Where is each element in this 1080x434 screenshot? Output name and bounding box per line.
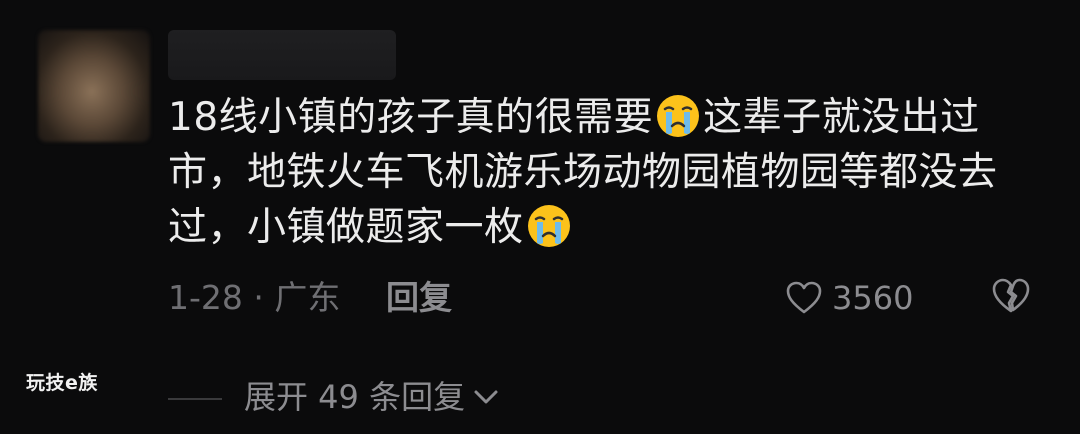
comment-meta: 1-28 · 广东: [168, 276, 340, 320]
crying-face-emoji-icon: [527, 205, 570, 247]
comment-date-location: 1-28 · 广东: [168, 278, 341, 317]
crying-face-emoji-icon: [657, 95, 700, 137]
expand-replies-label: 展开 49 条回复: [244, 378, 466, 416]
chevron-down-icon: [474, 390, 498, 404]
comment-text: 18线小镇的孩子真的很需要 这辈子就没出过市，地铁火车飞机游乐场动物园植物园等都…: [168, 90, 1048, 255]
like-button[interactable]: 3560: [786, 274, 913, 322]
username-redacted[interactable]: [168, 30, 396, 80]
dislike-button[interactable]: [992, 278, 1030, 318]
comment-text-part1: 18线小镇的孩子真的很需要: [168, 95, 654, 140]
divider: [168, 398, 222, 400]
like-count: 3560: [832, 279, 914, 317]
watermark-logo: 玩技e族: [26, 372, 98, 394]
broken-heart-icon: [992, 278, 1030, 313]
expand-replies-button[interactable]: 展开 49 条回复: [244, 372, 499, 422]
avatar[interactable]: [38, 30, 150, 142]
reply-button[interactable]: 回复: [386, 276, 452, 320]
heart-icon: [786, 281, 822, 314]
